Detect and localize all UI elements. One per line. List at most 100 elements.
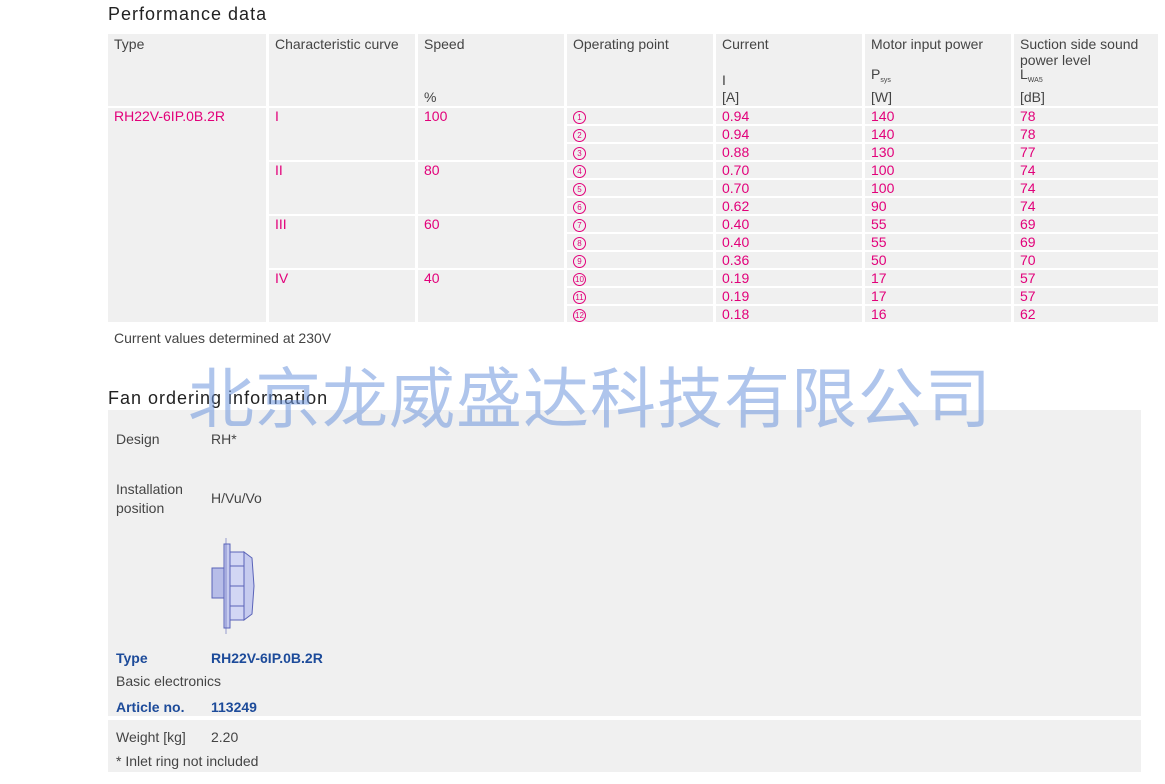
power-symbol: P	[871, 66, 881, 82]
header-speed: Speed %	[418, 34, 564, 106]
cell-operating-point: 1	[567, 108, 713, 124]
cell-speed: 100	[418, 108, 564, 160]
article-value: 113249	[211, 699, 257, 715]
cell-sound: 57	[1014, 288, 1158, 304]
cell-operating-point: 12	[567, 306, 713, 322]
cell-current: 0.62	[716, 198, 862, 214]
operating-point-marker: 12	[573, 309, 586, 322]
cell-curve: IV	[269, 270, 415, 322]
cell-current: 0.88	[716, 144, 862, 160]
cell-sound: 78	[1014, 126, 1158, 142]
sound-symbol: L	[1020, 66, 1028, 82]
table-row: RH22V-6IP.0B.2R I 100 1 0.94 140 78	[108, 108, 1158, 322]
operating-point-marker: 5	[573, 183, 586, 196]
cell-sound: 74	[1014, 180, 1158, 196]
operating-point-marker: 7	[573, 219, 586, 232]
cell-power: 55	[865, 234, 1011, 250]
electronics-label: Basic electronics	[116, 673, 222, 689]
cell-power: 17	[865, 270, 1011, 286]
cell-current: 0.94	[716, 126, 862, 142]
cell-operating-point: 5	[567, 180, 713, 196]
cell-operating-point: 11	[567, 288, 713, 304]
current-note: Current values determined at 230V	[114, 330, 332, 346]
cell-power: 55	[865, 216, 1011, 232]
cell-operating-point: 9	[567, 252, 713, 268]
cell-speed: 40	[418, 270, 564, 322]
cell-current: 0.18	[716, 306, 862, 322]
cell-current: 0.70	[716, 180, 862, 196]
cell-speed: 80	[418, 162, 564, 214]
cell-curve: III	[269, 216, 415, 268]
sound-sub: WA5	[1027, 77, 1043, 84]
cell-power: 17	[865, 288, 1011, 304]
cell-current: 0.70	[716, 162, 862, 178]
cell-current: 0.19	[716, 270, 862, 286]
cell-current: 0.94	[716, 108, 862, 124]
operating-point-marker: 6	[573, 201, 586, 214]
operating-point-marker: 3	[573, 147, 586, 160]
cell-power: 100	[865, 162, 1011, 178]
cell-sound: 57	[1014, 270, 1158, 286]
operating-point-marker: 8	[573, 237, 586, 250]
current-unit: [A]	[722, 89, 740, 105]
cell-power: 50	[865, 252, 1011, 268]
cell-sound: 74	[1014, 198, 1158, 214]
type-value: RH22V-6IP.0B.2R	[211, 650, 323, 666]
cell-operating-point: 2	[567, 126, 713, 142]
ordering-panel: Design RH* Installation position H/Vu/Vo …	[108, 410, 1141, 716]
operating-point-marker: 11	[573, 291, 586, 304]
sound-unit: [dB]	[1020, 89, 1045, 105]
cell-curve: I	[269, 108, 415, 160]
cell-operating-point: 8	[567, 234, 713, 250]
weight-value: 2.20	[211, 729, 239, 745]
type-label: Type	[116, 650, 148, 666]
performance-table-body: RH22V-6IP.0B.2R I 100 1 0.94 140 78 2 0.94 140 78 3…	[108, 108, 1158, 322]
article-label: Article no.	[116, 699, 185, 715]
cell-curve: II	[269, 162, 415, 214]
cell-current: 0.19	[716, 288, 862, 304]
cell-power: 140	[865, 126, 1011, 142]
inlet-note: * Inlet ring not included	[116, 753, 259, 769]
cell-sound: 78	[1014, 108, 1158, 124]
cell-current: 0.40	[716, 216, 862, 232]
header-curve: Characteristic curve	[269, 34, 415, 106]
operating-point-marker: 1	[573, 111, 586, 124]
cell-power: 100	[865, 180, 1011, 196]
cell-current: 0.36	[716, 252, 862, 268]
header-current: Current I [A]	[716, 34, 862, 106]
power-unit: [W]	[871, 89, 892, 105]
performance-table: Type Characteristic curve Speed % Operat…	[105, 32, 1161, 324]
cell-sound: 77	[1014, 144, 1158, 160]
cell-current: 0.40	[716, 234, 862, 250]
operating-point-marker: 4	[573, 165, 586, 178]
current-symbol: I	[722, 72, 726, 88]
header-type: Type	[108, 34, 266, 106]
cell-sound: 62	[1014, 306, 1158, 322]
cell-operating-point: 6	[567, 198, 713, 214]
fan-drawing-icon	[211, 538, 255, 634]
cell-sound: 70	[1014, 252, 1158, 268]
table-header-row: Type Characteristic curve Speed % Operat…	[108, 34, 1158, 106]
cell-speed: 60	[418, 216, 564, 268]
design-label: Design	[116, 431, 160, 447]
cell-operating-point: 10	[567, 270, 713, 286]
installation-label: Installation position	[116, 481, 183, 516]
cell-sound: 69	[1014, 234, 1158, 250]
operating-point-marker: 2	[573, 129, 586, 142]
header-power: Motor input power Psys [W]	[865, 34, 1011, 106]
cell-type: RH22V-6IP.0B.2R	[108, 108, 266, 322]
speed-unit: %	[424, 89, 437, 105]
header-sound: Suction side sound power level LWA5 [dB]	[1014, 34, 1158, 106]
cell-sound: 74	[1014, 162, 1158, 178]
cell-operating-point: 4	[567, 162, 713, 178]
cell-power: 90	[865, 198, 1011, 214]
header-op: Operating point	[567, 34, 713, 106]
operating-point-marker: 10	[573, 273, 586, 286]
watermark: 北京龙威盛达科技有限公司	[188, 361, 992, 438]
operating-point-marker: 9	[573, 255, 586, 268]
cell-power: 130	[865, 144, 1011, 160]
cell-power: 16	[865, 306, 1011, 322]
cell-power: 140	[865, 108, 1011, 124]
cell-sound: 69	[1014, 216, 1158, 232]
cell-operating-point: 7	[567, 216, 713, 232]
